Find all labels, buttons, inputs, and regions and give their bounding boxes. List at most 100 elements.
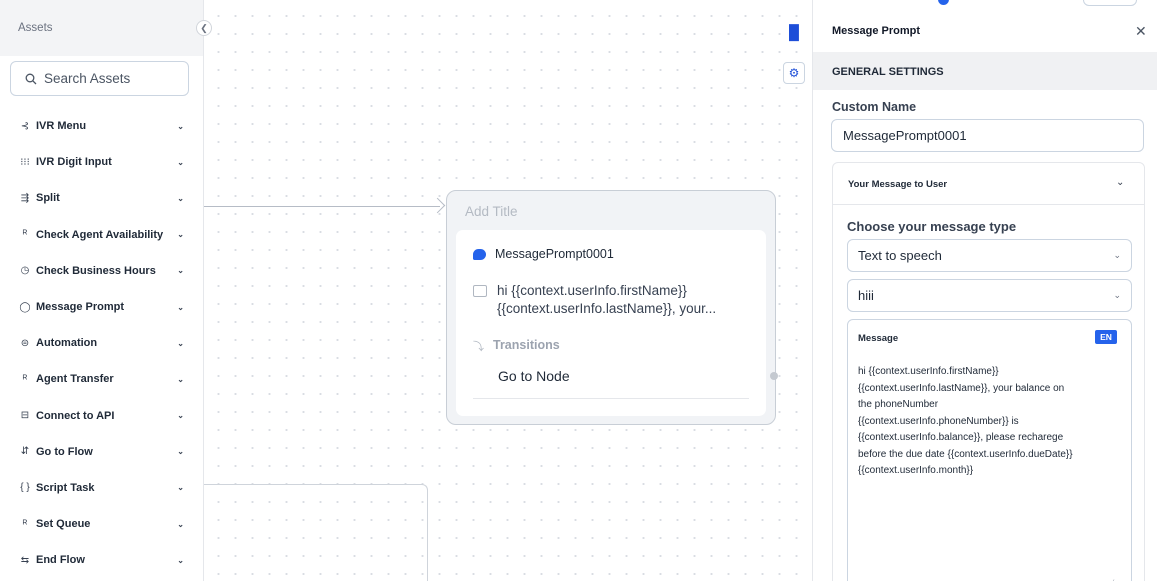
- settings-icon[interactable]: ⚙: [783, 62, 805, 84]
- asset-list: ⊰ IVR Menu ⌄ ⁝⁝⁝ IVR Digit Input ⌄ ⇶ Split ⌄ ᴿ…: [0, 108, 204, 578]
- message-type-select[interactable]: Text to speech ⌄: [847, 239, 1132, 272]
- chevron-down-icon: ⌄: [177, 338, 184, 348]
- edge-arrowhead: [429, 197, 446, 214]
- voice-select[interactable]: hiii ⌄: [847, 279, 1132, 312]
- message-line: the phoneNumber: [858, 399, 939, 410]
- clock-icon: ◷: [20, 265, 30, 277]
- message-content[interactable]: hi {{context.userInfo.firstName}} {{cont…: [858, 364, 1123, 480]
- asset-label: Check Business Hours: [36, 264, 156, 277]
- chevron-down-icon: ⌄: [177, 447, 184, 457]
- message-line: before the due date {{context.userInfo.d…: [858, 448, 1073, 460]
- search-assets-input[interactable]: Search Assets: [10, 61, 189, 96]
- asset-label: Set Queue: [36, 518, 91, 531]
- edge-connector[interactable]: [204, 206, 440, 207]
- asset-item-ivr-digit-input[interactable]: ⁝⁝⁝ IVR Digit Input ⌄: [0, 144, 204, 180]
- chevron-down-icon: ⌄: [177, 157, 184, 167]
- asset-item-check-agent-availability[interactable]: ᴿ Check Agent Availability ⌄: [0, 217, 204, 253]
- chevron-down-icon: ⌄: [177, 230, 184, 240]
- search-placeholder: Search Assets: [44, 71, 131, 86]
- asset-label: Connect to API: [36, 409, 115, 422]
- asset-label: Message Prompt: [36, 301, 125, 314]
- chevron-down-icon: ⌄: [177, 302, 184, 312]
- node-output-port[interactable]: [770, 372, 778, 380]
- general-settings-section[interactable]: GENERAL SETTINGS: [813, 52, 1157, 90]
- accordion-title: Your Message to User: [848, 179, 948, 190]
- asset-item-end-flow[interactable]: ⇆ End Flow ⌄: [0, 542, 204, 578]
- hierarchy-icon[interactable]: █: [783, 22, 805, 42]
- assets-sidebar: Assets ❮ Search Assets ⊰ IVR Menu ⌄ ⁝⁝⁝ IVR…: [0, 0, 212, 581]
- message-line: {{context.userInfo.lastName}}, your bala…: [858, 382, 1065, 394]
- comment-icon: [473, 285, 487, 297]
- divider: [473, 398, 749, 399]
- node-name-row: MessagePrompt0001: [473, 247, 614, 261]
- queue-icon: ᴿ: [22, 518, 28, 530]
- message-label: Message: [858, 333, 899, 344]
- asset-label: IVR Digit Input: [36, 156, 112, 169]
- message-line: {{context.userInfo.phoneNumber}} is: [858, 415, 1019, 427]
- message-prompt-node[interactable]: Add Title MessagePrompt0001 hi {{context…: [446, 190, 776, 425]
- node-message-preview: hi {{context.userInfo.firstName}} {{cont…: [473, 282, 765, 318]
- message-bubble-icon: [473, 248, 486, 260]
- transitions-icon: ⤵: [473, 341, 484, 353]
- asset-item-message-prompt[interactable]: ◯ Message Prompt ⌄: [0, 289, 204, 325]
- sidebar-header: Assets: [0, 0, 203, 56]
- close-icon[interactable]: ✕: [1135, 23, 1147, 40]
- split-icon: ⇶: [20, 192, 30, 204]
- search-icon: [25, 73, 37, 84]
- chevron-down-icon: ⌄: [177, 193, 184, 203]
- properties-panel: Message Prompt ✕ GENERAL SETTINGS Custom…: [812, 0, 1157, 581]
- chevron-down-icon: ⌄: [1113, 250, 1121, 260]
- node-title[interactable]: Add Title: [465, 204, 518, 219]
- chevron-down-icon: ⌄: [177, 483, 184, 493]
- asset-item-automation[interactable]: ⊜ Automation ⌄: [0, 325, 204, 361]
- custom-name-field[interactable]: MessagePrompt0001: [831, 119, 1144, 152]
- message-preview-line: {{context.userInfo.lastName}}, your...: [497, 301, 717, 316]
- agent-transfer-icon: ᴿ: [22, 373, 28, 385]
- chevron-down-icon: ⌄: [177, 555, 184, 565]
- custom-name-label: Custom Name: [832, 100, 917, 114]
- voice-value: hiii: [858, 288, 874, 303]
- digit-grid-icon: ⁝⁝⁝: [20, 156, 30, 168]
- asset-item-go-to-flow[interactable]: ⇵ Go to Flow ⌄: [0, 434, 204, 470]
- asset-item-connect-to-api[interactable]: ⊟ Connect to API ⌄: [0, 398, 204, 434]
- asset-item-script-task[interactable]: { } Script Task ⌄: [0, 470, 204, 506]
- node-name: MessagePrompt0001: [495, 247, 614, 261]
- asset-label: Script Task: [36, 481, 95, 494]
- flow-builder: Assets ❮ Search Assets ⊰ IVR Menu ⌄ ⁝⁝⁝ IVR…: [0, 0, 1157, 581]
- lower-node-outline[interactable]: [204, 484, 428, 581]
- chevron-down-icon: ⌄: [177, 266, 184, 276]
- asset-item-set-queue[interactable]: ᴿ Set Queue ⌄: [0, 506, 204, 542]
- automation-icon: ⊜: [20, 337, 30, 349]
- chevron-left-icon[interactable]: ❮: [196, 20, 212, 36]
- asset-item-ivr-menu[interactable]: ⊰ IVR Menu ⌄: [0, 108, 204, 144]
- accordion-header[interactable]: Your Message to User ⌄: [833, 163, 1144, 205]
- asset-item-split[interactable]: ⇶ Split ⌄: [0, 180, 204, 216]
- asset-label: Agent Transfer: [36, 373, 114, 386]
- transitions-label: Transitions: [493, 338, 560, 352]
- message-line: {{context.userInfo.month}}: [858, 465, 974, 476]
- panel-header: Message Prompt ✕: [813, 0, 1157, 52]
- chevron-down-icon: ⌄: [177, 121, 184, 131]
- api-icon: ⊟: [20, 410, 30, 422]
- flow-canvas[interactable]: Add Title MessagePrompt0001 hi {{context…: [204, 0, 812, 581]
- message-line: {{context.userInfo.balance}}, please rec…: [858, 432, 1064, 443]
- chevron-down-icon: ⌄: [177, 411, 184, 421]
- message-textarea[interactable]: Message EN hi {{context.userInfo.firstNa…: [847, 319, 1132, 581]
- message-icon: ◯: [19, 301, 31, 313]
- end-flow-icon: ⇆: [20, 554, 30, 566]
- message-type-label: Choose your message type: [847, 219, 1017, 234]
- message-accordion: Your Message to User ⌄ Choose your messa…: [832, 162, 1145, 581]
- language-badge[interactable]: EN: [1095, 330, 1117, 344]
- agent-icon: ᴿ: [22, 229, 28, 241]
- go-to-node-transition[interactable]: Go to Node: [498, 368, 570, 384]
- sidebar-title: Assets: [18, 22, 53, 34]
- node-card[interactable]: MessagePrompt0001 hi {{context.userInfo.…: [456, 230, 766, 416]
- chevron-down-icon[interactable]: ⌄: [1116, 177, 1124, 188]
- asset-item-agent-transfer[interactable]: ᴿ Agent Transfer ⌄: [0, 361, 204, 397]
- message-preview-line: hi {{context.userInfo.firstName}}: [497, 283, 687, 298]
- asset-item-check-business-hours[interactable]: ◷ Check Business Hours ⌄: [0, 253, 204, 289]
- asset-label: Automation: [36, 337, 98, 350]
- asset-label: Go to Flow: [36, 445, 93, 458]
- chevron-down-icon: ⌄: [177, 374, 184, 384]
- asset-label: Split: [36, 192, 60, 205]
